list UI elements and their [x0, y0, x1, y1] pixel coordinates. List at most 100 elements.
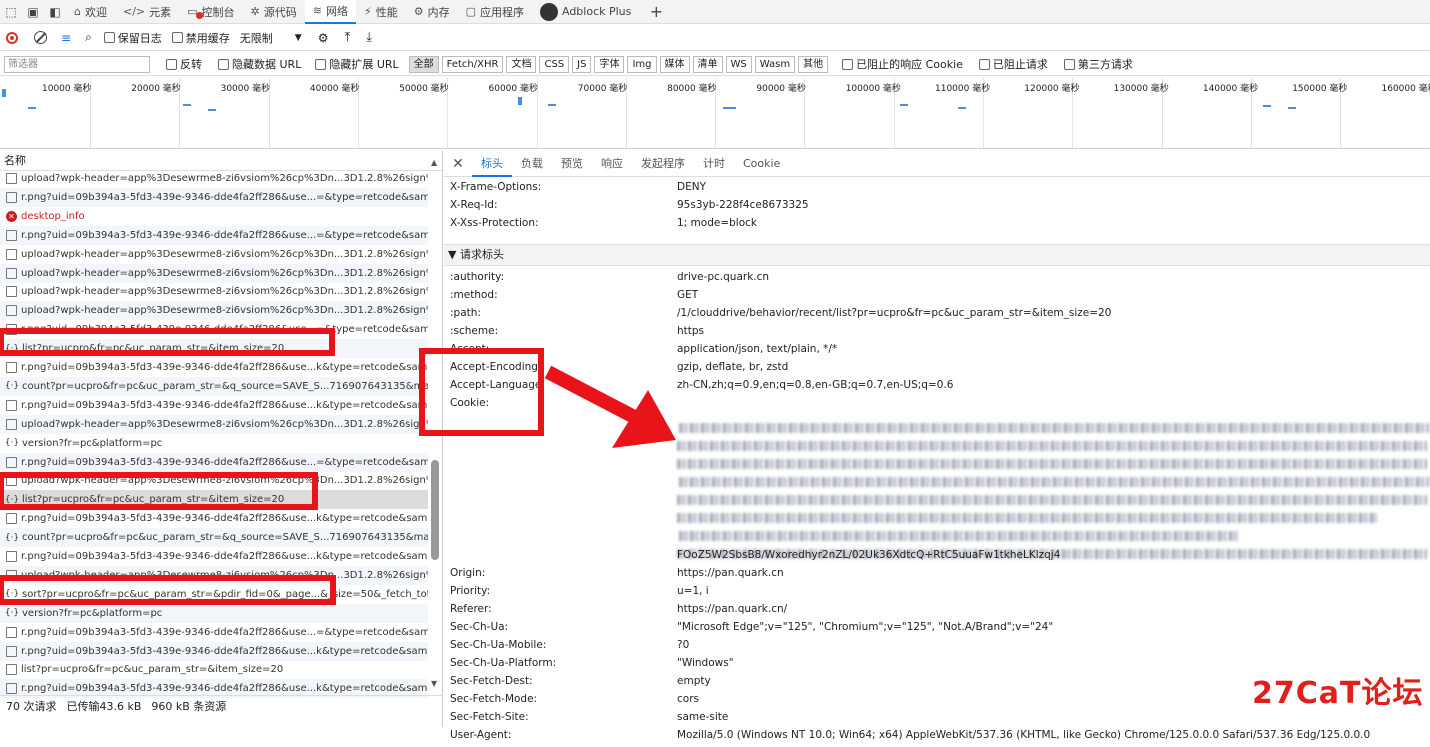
- timeline-tick-label: 50000 毫秒: [399, 81, 449, 94]
- dock-icon[interactable]: ◧: [44, 0, 66, 24]
- request-row[interactable]: {·}count?pr=ucpro&fr=pc&uc_param_str=&q_…: [0, 377, 428, 396]
- request-row[interactable]: r.png?uid=09b394a3-5fd3-439e-9346-dde4fa…: [0, 188, 428, 207]
- request-row[interactable]: upload?wpk-header=app%3Desewrme8-zi6vsio…: [0, 301, 428, 320]
- tab-1[interactable]: </>元素: [115, 0, 179, 24]
- header-row: User-Agent:Mozilla/5.0 (Windows NT 10.0;…: [450, 729, 1425, 747]
- detail-tab[interactable]: Cookie: [734, 151, 789, 177]
- request-row[interactable]: r.png?uid=09b394a3-5fd3-439e-9346-dde4fa…: [0, 509, 428, 528]
- add-tab-icon[interactable]: +: [645, 0, 667, 24]
- timeline-request-mark: [208, 109, 216, 111]
- request-row[interactable]: r.png?uid=09b394a3-5fd3-439e-9346-dde4fa…: [0, 623, 428, 642]
- close-icon[interactable]: ✕: [444, 156, 472, 172]
- tab-label: 欢迎: [85, 4, 107, 20]
- record-icon[interactable]: [6, 32, 18, 44]
- tab-5[interactable]: ⚡性能: [356, 0, 406, 24]
- request-row[interactable]: r.png?uid=09b394a3-5fd3-439e-9346-dde4fa…: [0, 358, 428, 377]
- detail-tab[interactable]: 响应: [592, 151, 632, 177]
- request-row[interactable]: upload?wpk-header=app%3Desewrme8-zi6vsio…: [0, 264, 428, 283]
- scrollbar-thumb[interactable]: [431, 460, 439, 560]
- request-row[interactable]: {·}count?pr=ucpro&fr=pc&uc_param_str=&q_…: [0, 528, 428, 547]
- device-toggle-icon[interactable]: ▣: [22, 0, 44, 24]
- throttle-value: 无限制: [240, 30, 273, 46]
- header-value: u=1, i: [677, 585, 709, 603]
- request-row[interactable]: {·}version?fr=pc&platform=pc: [0, 604, 428, 623]
- detail-tab[interactable]: 负载: [512, 151, 552, 177]
- tab-2[interactable]: ▭控制台: [179, 0, 242, 24]
- request-row[interactable]: list?pr=ucpro&fr=pc&uc_param_str=&item_s…: [0, 660, 428, 679]
- header-row: Sec-Ch-Ua-Mobile:?0: [450, 639, 1425, 657]
- performance-icon: ⚡: [364, 5, 372, 18]
- tab-7[interactable]: ▢应用程序: [458, 0, 532, 24]
- header-name: X-Req-Id:: [450, 199, 677, 217]
- header-row: X-Xss-Protection:1; mode=block: [450, 217, 1425, 235]
- clear-icon[interactable]: [34, 31, 47, 44]
- adblock-icon: [540, 3, 558, 21]
- tab-8[interactable]: Adblock Plus: [532, 0, 639, 24]
- timeline-request-mark: [2, 89, 6, 97]
- type-filter-button[interactable]: 媒体: [660, 56, 690, 73]
- redacted-cookie-line: [679, 531, 1239, 541]
- header-name: :method:: [450, 289, 677, 307]
- filter-icon[interactable]: ≡: [61, 31, 71, 45]
- type-filter-button[interactable]: 文档: [506, 56, 536, 73]
- blocked-requests-label: 已阻止请求: [993, 56, 1048, 72]
- name-column-header[interactable]: 名称: [0, 151, 442, 171]
- network-conditions-icon[interactable]: ⚙: [318, 31, 329, 45]
- detail-tab[interactable]: 标头: [472, 151, 512, 177]
- detail-tab[interactable]: 计时: [694, 151, 734, 177]
- throttle-select[interactable]: 无限制▼: [240, 30, 302, 46]
- memory-icon: ⚙: [414, 5, 424, 18]
- disable-cache-checkbox[interactable]: 禁用缓存: [172, 30, 230, 46]
- type-filter-button[interactable]: Wasm: [755, 56, 795, 73]
- tab-3[interactable]: ✲源代码: [243, 0, 305, 24]
- export-har-icon[interactable]: ⤓: [366, 30, 372, 45]
- blocked-cookies-checkbox[interactable]: 已阻止的响应 Cookie: [842, 56, 963, 72]
- hide-data-url-checkbox[interactable]: 隐藏数据 URL: [218, 56, 301, 72]
- request-row[interactable]: {·}version?fr=pc&platform=pc: [0, 434, 428, 453]
- request-row[interactable]: upload?wpk-header=app%3Desewrme8-zi6vsio…: [0, 282, 428, 301]
- invert-checkbox[interactable]: 反转: [166, 56, 202, 72]
- timeline-request-mark: [1263, 105, 1271, 107]
- request-row[interactable]: ✕desktop_info: [0, 207, 428, 226]
- request-row[interactable]: upload?wpk-header=app%3Desewrme8-zi6vsio…: [0, 245, 428, 264]
- tab-0[interactable]: ⌂欢迎: [66, 0, 115, 24]
- header-value: GET: [677, 289, 698, 307]
- type-filter-button[interactable]: Img: [627, 56, 656, 73]
- request-row[interactable]: r.png?uid=09b394a3-5fd3-439e-9346-dde4fa…: [0, 642, 428, 661]
- request-row[interactable]: upload?wpk-header=app%3Desewrme8-zi6vsio…: [0, 169, 428, 188]
- request-name: upload?wpk-header=app%3Desewrme8-zi6vsio…: [21, 173, 428, 184]
- request-row[interactable]: r.png?uid=09b394a3-5fd3-439e-9346-dde4fa…: [0, 547, 428, 566]
- type-filter-button[interactable]: 清单: [693, 56, 723, 73]
- timeline-request-mark: [1288, 107, 1296, 109]
- document-icon: [6, 664, 17, 675]
- timeline-overview[interactable]: 10000 毫秒20000 毫秒30000 毫秒40000 毫秒50000 毫秒…: [0, 77, 1430, 149]
- request-row[interactable]: upload?wpk-header=app%3Desewrme8-zi6vsio…: [0, 415, 428, 434]
- type-filter-button[interactable]: JS: [572, 56, 591, 73]
- preserve-log-checkbox[interactable]: 保留日志: [104, 30, 162, 46]
- filter-bar: 筛选器 反转 隐藏数据 URL 隐藏扩展 URL 全部Fetch/XHR文档CS…: [0, 53, 1430, 76]
- type-filter-button[interactable]: 其他: [798, 56, 828, 73]
- type-filter-button[interactable]: 全部: [409, 56, 439, 73]
- type-filter-button[interactable]: WS: [726, 56, 752, 73]
- tab-6[interactable]: ⚙内存: [406, 0, 458, 24]
- request-name: upload?wpk-header=app%3Desewrme8-zi6vsio…: [21, 249, 428, 260]
- type-filter-button[interactable]: 字体: [594, 56, 624, 73]
- hide-ext-url-checkbox[interactable]: 隐藏扩展 URL: [315, 56, 398, 72]
- third-party-checkbox[interactable]: 第三方请求: [1064, 56, 1133, 72]
- search-icon[interactable]: ⌕: [85, 30, 92, 45]
- inspect-icon[interactable]: ⬚: [0, 0, 22, 24]
- tab-4[interactable]: ≋网络: [305, 0, 356, 24]
- type-filter-button[interactable]: Fetch/XHR: [442, 56, 504, 73]
- request-row[interactable]: r.png?uid=09b394a3-5fd3-439e-9346-dde4fa…: [0, 453, 428, 472]
- document-icon: [6, 268, 17, 279]
- detail-tab[interactable]: 预览: [552, 151, 592, 177]
- filter-input[interactable]: 筛选器: [4, 56, 150, 73]
- request-row[interactable]: r.png?uid=09b394a3-5fd3-439e-9346-dde4fa…: [0, 226, 428, 245]
- type-filter-button[interactable]: CSS: [539, 56, 569, 73]
- request-headers-section[interactable]: ▼ 请求标头: [444, 244, 1430, 266]
- request-row[interactable]: r.png?uid=09b394a3-5fd3-439e-9346-dde4fa…: [0, 396, 428, 415]
- tab-label: 控制台: [202, 4, 235, 20]
- blocked-requests-checkbox[interactable]: 已阻止请求: [979, 56, 1048, 72]
- detail-tab[interactable]: 发起程序: [632, 151, 694, 177]
- import-har-icon[interactable]: ⤒: [344, 30, 350, 45]
